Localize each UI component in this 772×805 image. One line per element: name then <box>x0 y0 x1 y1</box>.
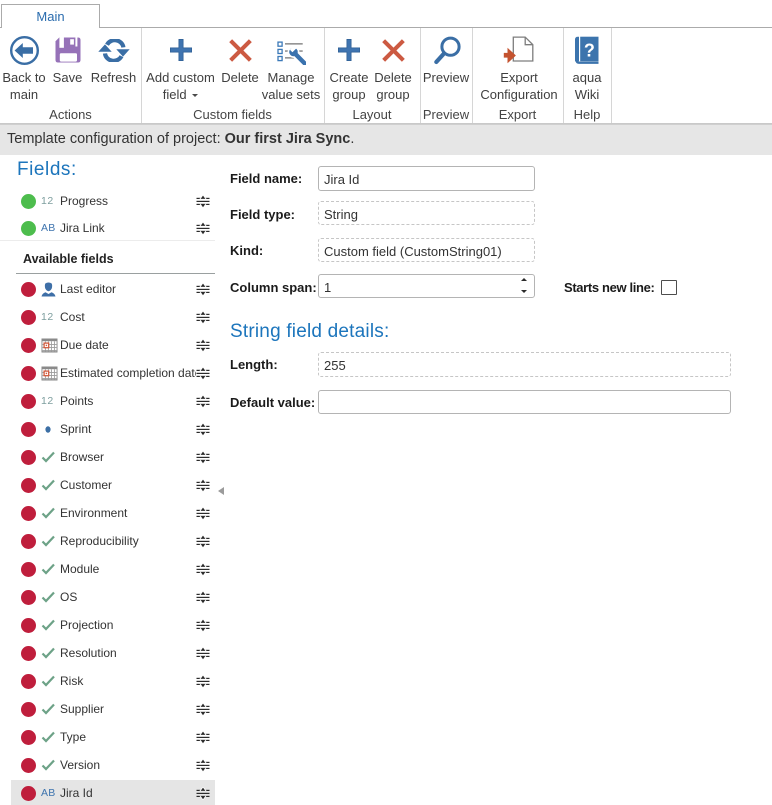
svg-text:?: ? <box>584 41 595 61</box>
